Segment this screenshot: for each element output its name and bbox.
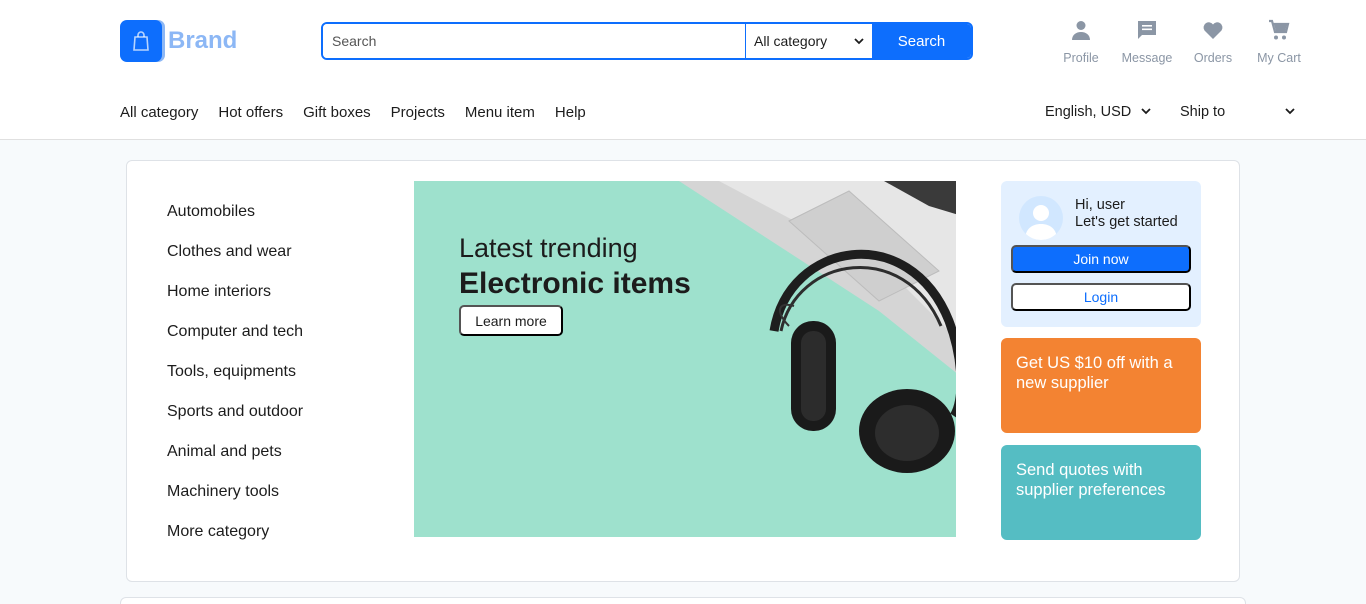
nav-hot-offers[interactable]: Hot offers (218, 104, 283, 121)
nav-help[interactable]: Help (555, 104, 586, 121)
join-now-button[interactable]: Join now (1011, 245, 1191, 273)
category-select-value: All category (754, 33, 828, 49)
profile-action[interactable]: Profile (1048, 18, 1114, 65)
promo-banner: Latest trending Electronic items Learn m… (414, 181, 956, 537)
cart-icon (1267, 18, 1291, 47)
learn-more-button[interactable]: Learn more (459, 305, 563, 336)
category-select[interactable]: All category (746, 24, 872, 58)
shopping-bag-icon (120, 20, 162, 62)
message-action[interactable]: Message (1114, 18, 1180, 65)
chevron-down-icon (1141, 106, 1151, 119)
category-item[interactable]: Computer and tech (167, 321, 303, 361)
greeting: Hi, user Let's get started (1075, 197, 1178, 231)
search-bar: All category Search (321, 22, 973, 60)
locale-controls: English, USD Ship to (1045, 104, 1295, 120)
login-button[interactable]: Login (1011, 283, 1191, 311)
banner-title: Electronic items (459, 267, 691, 300)
cart-label: My Cart (1257, 51, 1301, 65)
search-input[interactable] (323, 24, 746, 58)
brand-logo[interactable]: Brand (120, 20, 237, 62)
hero-section: Automobiles Clothes and wear Home interi… (126, 160, 1240, 582)
chevron-down-icon (1285, 106, 1295, 119)
send-quotes-card[interactable]: Send quotes with supplier preferences (1001, 445, 1201, 540)
header: Brand All category Search Profile Messag… (0, 0, 1366, 140)
ship-to-dropdown[interactable]: Ship to (1180, 104, 1295, 120)
category-item[interactable]: Clothes and wear (167, 241, 303, 281)
category-list: Automobiles Clothes and wear Home interi… (167, 201, 303, 561)
headphones-laptop-image (679, 181, 956, 473)
category-item[interactable]: Machinery tools (167, 481, 303, 521)
nav-all-category[interactable]: All category (120, 104, 198, 121)
search-button[interactable]: Search (872, 24, 971, 58)
avatar (1019, 196, 1063, 240)
category-item[interactable]: Animal and pets (167, 441, 303, 481)
category-item[interactable]: Tools, equipments (167, 361, 303, 401)
heart-icon (1201, 18, 1225, 47)
chevron-down-icon (854, 33, 864, 49)
greeting-tagline: Let's get started (1075, 214, 1178, 230)
main-nav: All category Hot offers Gift boxes Proje… (120, 104, 606, 121)
nav-gift-boxes[interactable]: Gift boxes (303, 104, 371, 121)
ship-to-label: Ship to (1180, 104, 1226, 120)
header-actions: Profile Message Orders My Cart (1048, 18, 1312, 65)
person-icon (1069, 18, 1093, 47)
brand-name: Brand (168, 27, 238, 54)
message-icon (1135, 18, 1159, 47)
language-dropdown[interactable]: English, USD (1045, 104, 1180, 120)
cart-action[interactable]: My Cart (1246, 18, 1312, 65)
category-item[interactable]: Automobiles (167, 201, 303, 241)
greeting-line: Hi, user (1075, 197, 1125, 213)
user-card: Hi, user Let's get started Join now Logi… (1001, 181, 1201, 327)
banner-subtitle: Latest trending (459, 233, 638, 263)
orders-label: Orders (1193, 51, 1233, 65)
language-value: English, USD (1045, 104, 1132, 120)
category-item[interactable]: More category (167, 521, 303, 561)
category-item[interactable]: Sports and outdoor (167, 401, 303, 441)
orders-action[interactable]: Orders (1180, 18, 1246, 65)
nav-menu-item[interactable]: Menu item (465, 104, 535, 121)
nav-projects[interactable]: Projects (391, 104, 445, 121)
supplier-discount-card[interactable]: Get US $10 off with a new supplier (1001, 338, 1201, 433)
category-item[interactable]: Home interiors (167, 281, 303, 321)
profile-label: Profile (1063, 51, 1099, 65)
next-section-card (120, 597, 1246, 604)
message-label: Message (1121, 51, 1173, 65)
